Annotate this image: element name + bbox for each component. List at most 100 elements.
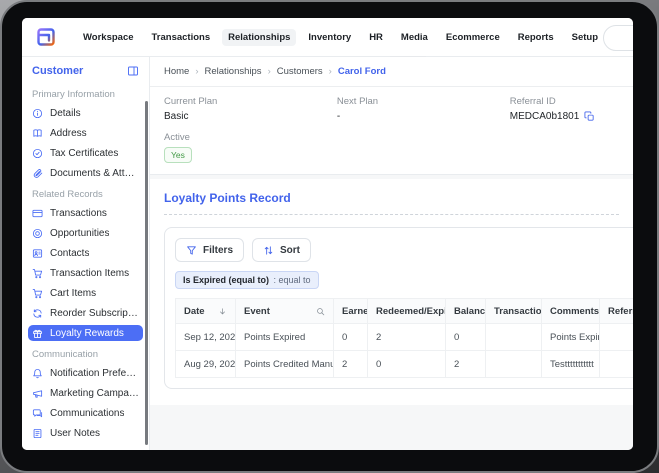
sort-arrows-icon [263, 245, 274, 256]
breadcrumb-customers[interactable]: Customers [277, 66, 323, 77]
sidebar-item-label: Opportunities [50, 228, 109, 239]
sidebar-item-tax-certificates[interactable]: Tax Certificates [28, 145, 143, 161]
sidebar-section-label: Primary Information [32, 89, 139, 100]
column-header-earned[interactable]: Earned [334, 299, 368, 324]
table-cell [600, 351, 634, 378]
sidebar-item-user-notes[interactable]: User Notes [28, 425, 143, 441]
table-cell: 0 [368, 351, 446, 378]
sidebar-item-label: Details [50, 108, 81, 119]
target-icon [32, 228, 43, 239]
layout-panel-icon[interactable] [127, 65, 139, 77]
field-value: MEDCA0b1801 [510, 111, 579, 122]
nav-item-transactions[interactable]: Transactions [146, 29, 217, 46]
loyalty-points-card: Loyalty Points Record Filters Sort I [150, 179, 633, 405]
sidebar-item-label: Loyalty Rewards [50, 328, 124, 339]
credit-card-icon [32, 208, 43, 219]
sidebar-item-address[interactable]: Address [28, 125, 143, 141]
column-header-event[interactable]: Event [236, 299, 334, 324]
sidebar-section-label: Related Records [32, 189, 139, 200]
sidebar: Customer Primary InformationDetailsAddre… [22, 57, 150, 450]
sidebar-item-cart-items[interactable]: Cart Items [28, 285, 143, 301]
address-book-icon [32, 128, 43, 139]
sidebar-section-label: Communication [32, 349, 139, 360]
note-icon [32, 428, 43, 439]
main-content: Home›Relationships›Customers›Carol Ford … [150, 57, 633, 450]
nav-item-media[interactable]: Media [395, 29, 434, 46]
summary-card: Current PlanBasicNext Plan-Referral IDME… [150, 87, 633, 175]
sidebar-item-label: Notification Preferences [50, 368, 139, 379]
sidebar-item-transactions[interactable]: Transactions [28, 205, 143, 221]
sidebar-item-label: Transaction Items [50, 268, 129, 279]
sidebar-item-reorder-subscriptions[interactable]: Reorder Subscriptions [28, 305, 143, 321]
column-header-redeemed-expired[interactable]: Redeemed/Expired [368, 299, 446, 324]
sidebar-item-contacts[interactable]: Contacts [28, 245, 143, 261]
sort-button[interactable]: Sort [252, 238, 311, 262]
breadcrumb-home[interactable]: Home [164, 66, 189, 77]
check-badge-icon [32, 148, 43, 159]
nav-item-ecommerce[interactable]: Ecommerce [440, 29, 506, 46]
sidebar-scrollbar[interactable] [145, 101, 148, 445]
sidebar-item-loyalty-rewards[interactable]: Loyalty Rewards [28, 325, 143, 341]
app-logo-icon[interactable] [34, 25, 58, 49]
table-cell [486, 324, 542, 351]
summary-field: Next Plan- [337, 96, 510, 122]
table-cell: Points Expired [542, 324, 600, 351]
chevron-right-icon: › [195, 66, 198, 77]
table-cell: 0 [334, 324, 368, 351]
search-input[interactable] [603, 25, 633, 51]
sidebar-item-marketing-campaigns[interactable]: Marketing Campaigns [28, 385, 143, 401]
sidebar-item-details[interactable]: Details [28, 105, 143, 121]
column-header-referred-friend[interactable]: Referred Friend [600, 299, 634, 324]
field-label: Current Plan [164, 96, 337, 107]
paperclip-icon [32, 168, 43, 179]
sidebar-item-label: Transactions [50, 208, 107, 219]
chevron-right-icon: › [268, 66, 271, 77]
column-header-balance[interactable]: Balance [446, 299, 486, 324]
copy-icon[interactable] [584, 111, 595, 122]
table-row[interactable]: Sep 12, 2025Points Expired020Points Expi… [176, 324, 634, 351]
field-value: - [337, 111, 340, 122]
sidebar-item-communications[interactable]: Communications [28, 405, 143, 421]
sidebar-item-label: Communications [50, 408, 124, 419]
filter-chip[interactable]: Is Expired (equal to) : equal to [175, 271, 319, 289]
section-title: Loyalty Points Record [164, 191, 619, 215]
sidebar-item-transaction-items[interactable]: Transaction Items [28, 265, 143, 281]
breadcrumb-relationships[interactable]: Relationships [205, 66, 262, 77]
table-cell: Sep 12, 2025 [176, 324, 236, 351]
sidebar-item-notification-preferences[interactable]: Notification Preferences [28, 365, 143, 381]
filters-button[interactable]: Filters [175, 238, 244, 262]
table-cell: 2 [446, 351, 486, 378]
records-panel: Filters Sort Is Expired (equal to) : equ… [164, 227, 633, 389]
nav-item-reports[interactable]: Reports [512, 29, 560, 46]
table-cell: 0 [446, 324, 486, 351]
nav-item-workspace[interactable]: Workspace [77, 29, 140, 46]
sidebar-item-label: User Notes [50, 428, 100, 439]
sidebar-item-label: Contacts [50, 248, 89, 259]
nav-item-relationships[interactable]: Relationships [222, 29, 296, 46]
megaphone-icon [32, 388, 43, 399]
column-header-comments[interactable]: Comments [542, 299, 600, 324]
column-header-date[interactable]: Date [176, 299, 236, 324]
top-nav-items: Workspace Transactions Relationships Invent… [77, 29, 633, 46]
search-icon[interactable] [316, 307, 325, 316]
sidebar-item-documents-attachments[interactable]: Documents & Attachments [28, 165, 143, 181]
refresh-icon [32, 308, 43, 319]
cart-icon [32, 268, 43, 279]
column-header-transaction-[interactable]: Transaction # [486, 299, 542, 324]
sidebar-item-label: Address [50, 128, 87, 139]
gift-icon [32, 328, 43, 339]
loyalty-points-table: DateEventEarnedRedeemed/ExpiredBalanceTr… [175, 298, 633, 378]
table-row[interactable]: Aug 29, 2025Points Credited Manually202T… [176, 351, 634, 378]
table-cell: Aug 29, 2025 [176, 351, 236, 378]
table-cell [486, 351, 542, 378]
sidebar-item-opportunities[interactable]: Opportunities [28, 225, 143, 241]
nav-item-inventory[interactable]: Inventory [302, 29, 357, 46]
sidebar-item-label: Tax Certificates [50, 148, 118, 159]
table-cell [600, 324, 634, 351]
nav-item-setup[interactable]: Setup [566, 29, 604, 46]
summary-field: Referral IDMEDCA0b1801 [510, 96, 619, 122]
sidebar-item-label: Marketing Campaigns [50, 388, 139, 399]
arrow-down-icon[interactable] [218, 307, 227, 316]
breadcrumb-carol-ford: Carol Ford [338, 66, 386, 77]
nav-item-hr[interactable]: HR [363, 29, 389, 46]
